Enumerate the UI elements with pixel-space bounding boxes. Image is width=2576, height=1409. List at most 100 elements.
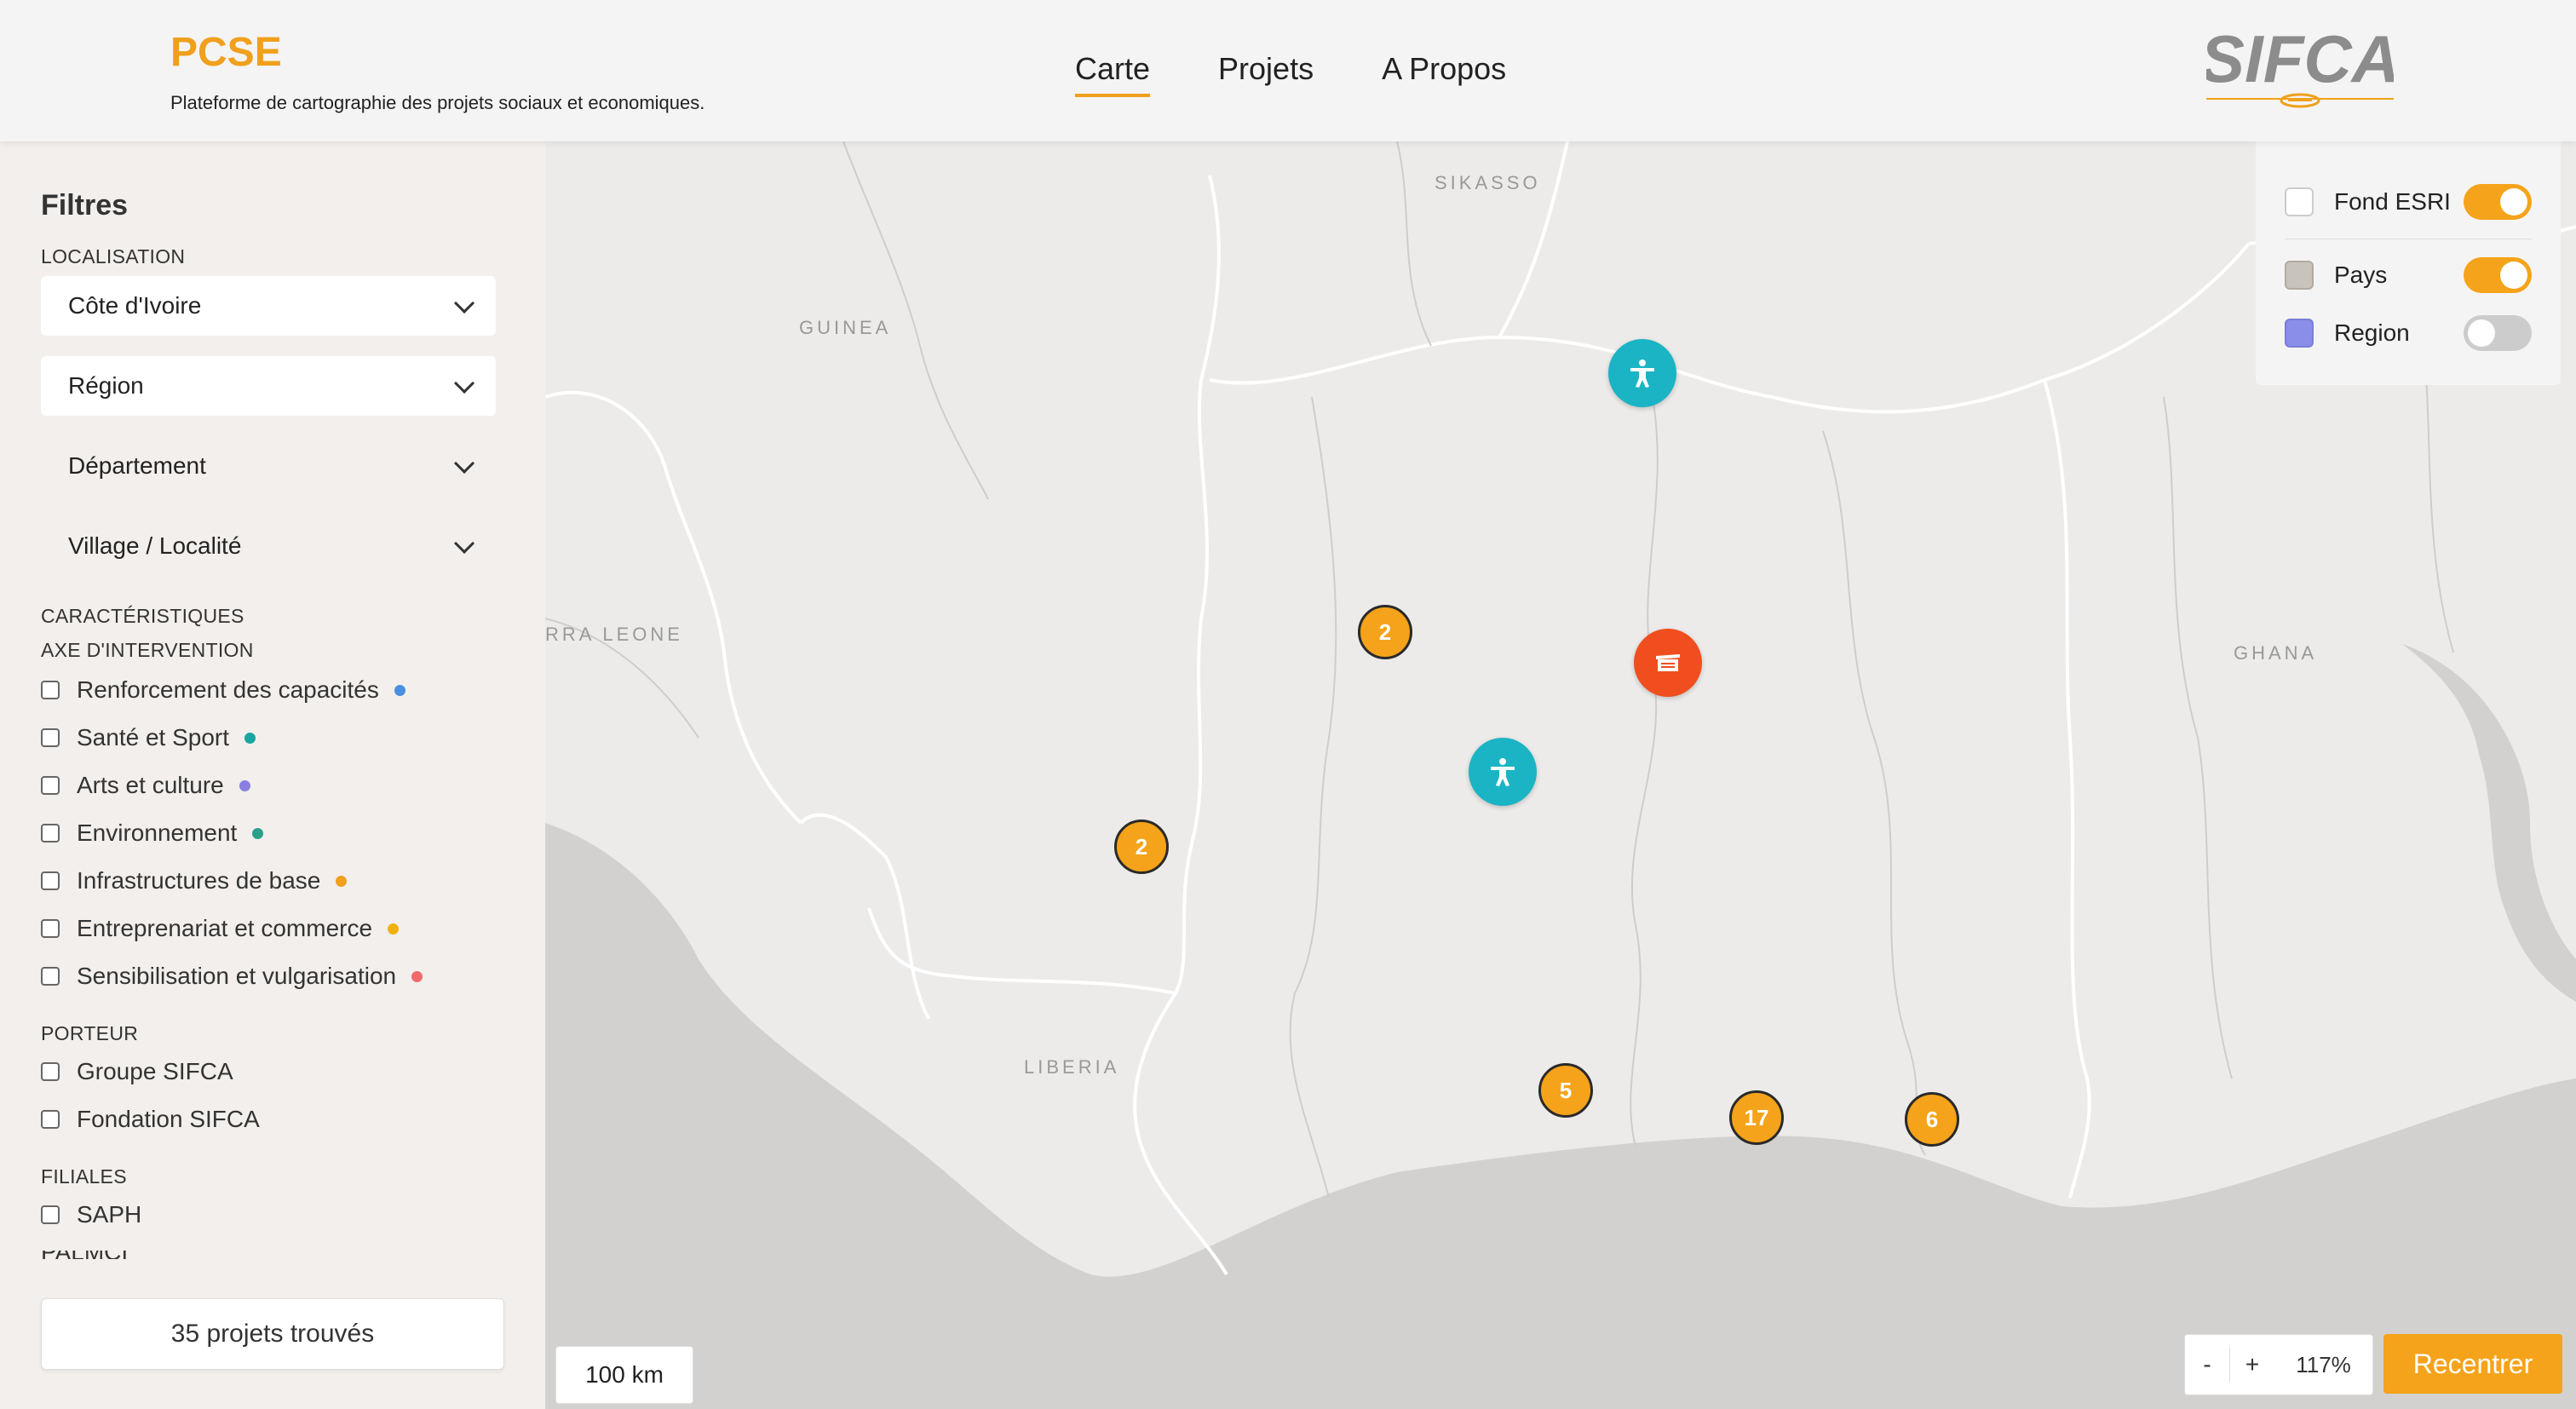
- checkbox[interactable]: [41, 824, 60, 843]
- region-select-value: Région: [68, 372, 144, 399]
- app-title[interactable]: PCSE: [170, 29, 282, 76]
- main-nav: Carte Projets A Propos: [1075, 51, 1506, 97]
- axis-option-label: Environnement: [77, 820, 238, 846]
- axis-color-dot: [336, 875, 348, 887]
- axis-option-label: Sensibilisation et vulgarisation: [77, 963, 397, 989]
- svg-text:SIFCA: SIFCA: [2206, 22, 2394, 96]
- layer-pays: Pays: [2285, 257, 2532, 293]
- sifca-logo: SIFCA: [2206, 22, 2394, 108]
- layer-fond-esri: Fond ESRI: [2285, 184, 2532, 220]
- axis-option[interactable]: Environnement: [41, 820, 264, 847]
- project-marker[interactable]: [1608, 339, 1676, 407]
- axis-color-dot: [394, 684, 405, 696]
- chevron-down-icon: [454, 452, 475, 474]
- axis-label: AXE D'INTERVENTION: [41, 639, 254, 661]
- cluster-marker[interactable]: 2: [1358, 605, 1412, 659]
- zoom-level: 117%: [2296, 1351, 2351, 1377]
- layer-toggle-pays[interactable]: [2464, 257, 2532, 293]
- axis-option[interactable]: Entreprenariat et commerce: [41, 915, 400, 942]
- zoom-in-button[interactable]: +: [2230, 1351, 2274, 1378]
- nav-a-propos[interactable]: A Propos: [1382, 51, 1506, 97]
- filiales-label: FILIALES: [41, 1165, 127, 1188]
- filiale-option-label: PALMCI: [41, 1251, 501, 1259]
- layer-label: Fond ESRI: [2334, 188, 2451, 215]
- app-subtitle: Plateforme de cartographie des projets s…: [170, 92, 705, 113]
- axis-option-label: Santé et Sport: [77, 724, 230, 751]
- axis-color-dot: [252, 827, 264, 839]
- checkbox[interactable]: [41, 871, 60, 890]
- porteur-option-label: Fondation SIFCA: [77, 1106, 260, 1132]
- cluster-marker[interactable]: 6: [1905, 1092, 1959, 1147]
- zoom-out-button[interactable]: -: [2185, 1351, 2229, 1378]
- project-marker[interactable]: [1634, 629, 1702, 697]
- department-select[interactable]: Département: [41, 436, 496, 496]
- checkbox[interactable]: [41, 1062, 60, 1081]
- zoom-control: - + 117%: [2184, 1334, 2373, 1395]
- layer-swatch: [2285, 261, 2314, 290]
- village-select[interactable]: Village / Localité: [41, 516, 496, 576]
- porteur-option[interactable]: Fondation SIFCA: [41, 1106, 260, 1133]
- layer-swatch: [2285, 319, 2314, 348]
- scale-bar: 100 km: [555, 1346, 693, 1404]
- map-label-guinea: GUINEA: [799, 317, 892, 338]
- region-select[interactable]: Région: [41, 356, 496, 416]
- department-select-value: Département: [68, 452, 206, 479]
- chevron-down-icon: [454, 292, 475, 313]
- axis-option[interactable]: Arts et culture: [41, 772, 250, 799]
- checkbox[interactable]: [41, 1205, 60, 1224]
- axis-option-label: Entreprenariat et commerce: [77, 915, 373, 941]
- layers-panel: Fond ESRI Pays Region: [2256, 141, 2561, 385]
- checkbox[interactable]: [41, 967, 60, 986]
- cluster-marker[interactable]: 5: [1538, 1063, 1593, 1118]
- map-label-sierra-leone: RRA LEONE: [545, 624, 683, 645]
- layer-label: Pays: [2334, 262, 2388, 288]
- layer-label: Region: [2334, 319, 2410, 346]
- checkbox[interactable]: [41, 1110, 60, 1129]
- characteristics-label: CARACTÉRISTIQUES: [41, 605, 244, 627]
- axis-option-label: Infrastructures de base: [77, 867, 321, 894]
- checkbox[interactable]: [41, 728, 60, 747]
- layer-toggle-region[interactable]: [2464, 315, 2532, 351]
- person-icon: [1630, 359, 1654, 388]
- app-header: PCSE Plateforme de cartographie des proj…: [0, 0, 2576, 141]
- filiale-option-partial[interactable]: PALMCI: [41, 1251, 501, 1259]
- chevron-down-icon: [454, 372, 475, 394]
- filiale-option-label: SAPH: [77, 1201, 142, 1228]
- porteur-label: PORTEUR: [41, 1022, 139, 1044]
- axis-color-dot: [411, 970, 423, 982]
- checkbox[interactable]: [41, 919, 60, 938]
- projects-found-count: 35 projets trouvés: [41, 1298, 504, 1370]
- person-icon: [1491, 758, 1515, 786]
- checkbox[interactable]: [41, 681, 60, 699]
- village-select-value: Village / Localité: [68, 532, 242, 559]
- porteur-option-label: Groupe SIFCA: [77, 1058, 233, 1084]
- recenter-button[interactable]: Recentrer: [2383, 1334, 2562, 1394]
- building-icon: [1656, 654, 1680, 671]
- localisation-label: LOCALISATION: [41, 245, 186, 267]
- axis-color-dot: [388, 923, 400, 935]
- filiale-option[interactable]: SAPH: [41, 1201, 141, 1228]
- axis-option[interactable]: Renforcement des capacités: [41, 676, 405, 704]
- chevron-down-icon: [454, 532, 475, 554]
- map-canvas[interactable]: SIKASSO GUINEA RRA LEONE LIBERIA GHANA 2…: [545, 141, 2576, 1409]
- nav-projets[interactable]: Projets: [1218, 51, 1314, 97]
- filters-sidebar: Filtres LOCALISATION Côte d'Ivoire Régio…: [0, 141, 546, 1409]
- axis-option-label: Arts et culture: [77, 772, 224, 798]
- cluster-marker[interactable]: 2: [1114, 820, 1169, 874]
- filters-title: Filtres: [41, 189, 129, 221]
- country-select[interactable]: Côte d'Ivoire: [41, 276, 496, 336]
- axis-option[interactable]: Sensibilisation et vulgarisation: [41, 963, 423, 990]
- layer-toggle-fond-esri[interactable]: [2464, 184, 2532, 220]
- checkbox[interactable]: [41, 776, 60, 795]
- axis-option[interactable]: Santé et Sport: [41, 724, 256, 751]
- porteur-option[interactable]: Groupe SIFCA: [41, 1058, 233, 1085]
- axis-option[interactable]: Infrastructures de base: [41, 867, 348, 894]
- map-label-liberia: LIBERIA: [1024, 1056, 1120, 1078]
- axis-option-label: Renforcement des capacités: [77, 676, 379, 703]
- layer-region: Region: [2285, 315, 2532, 351]
- project-marker[interactable]: [1469, 738, 1537, 806]
- nav-carte[interactable]: Carte: [1075, 51, 1151, 97]
- layer-swatch: [2285, 187, 2314, 216]
- map-label-sikasso: SIKASSO: [1435, 172, 1541, 193]
- cluster-marker[interactable]: 17: [1729, 1090, 1784, 1145]
